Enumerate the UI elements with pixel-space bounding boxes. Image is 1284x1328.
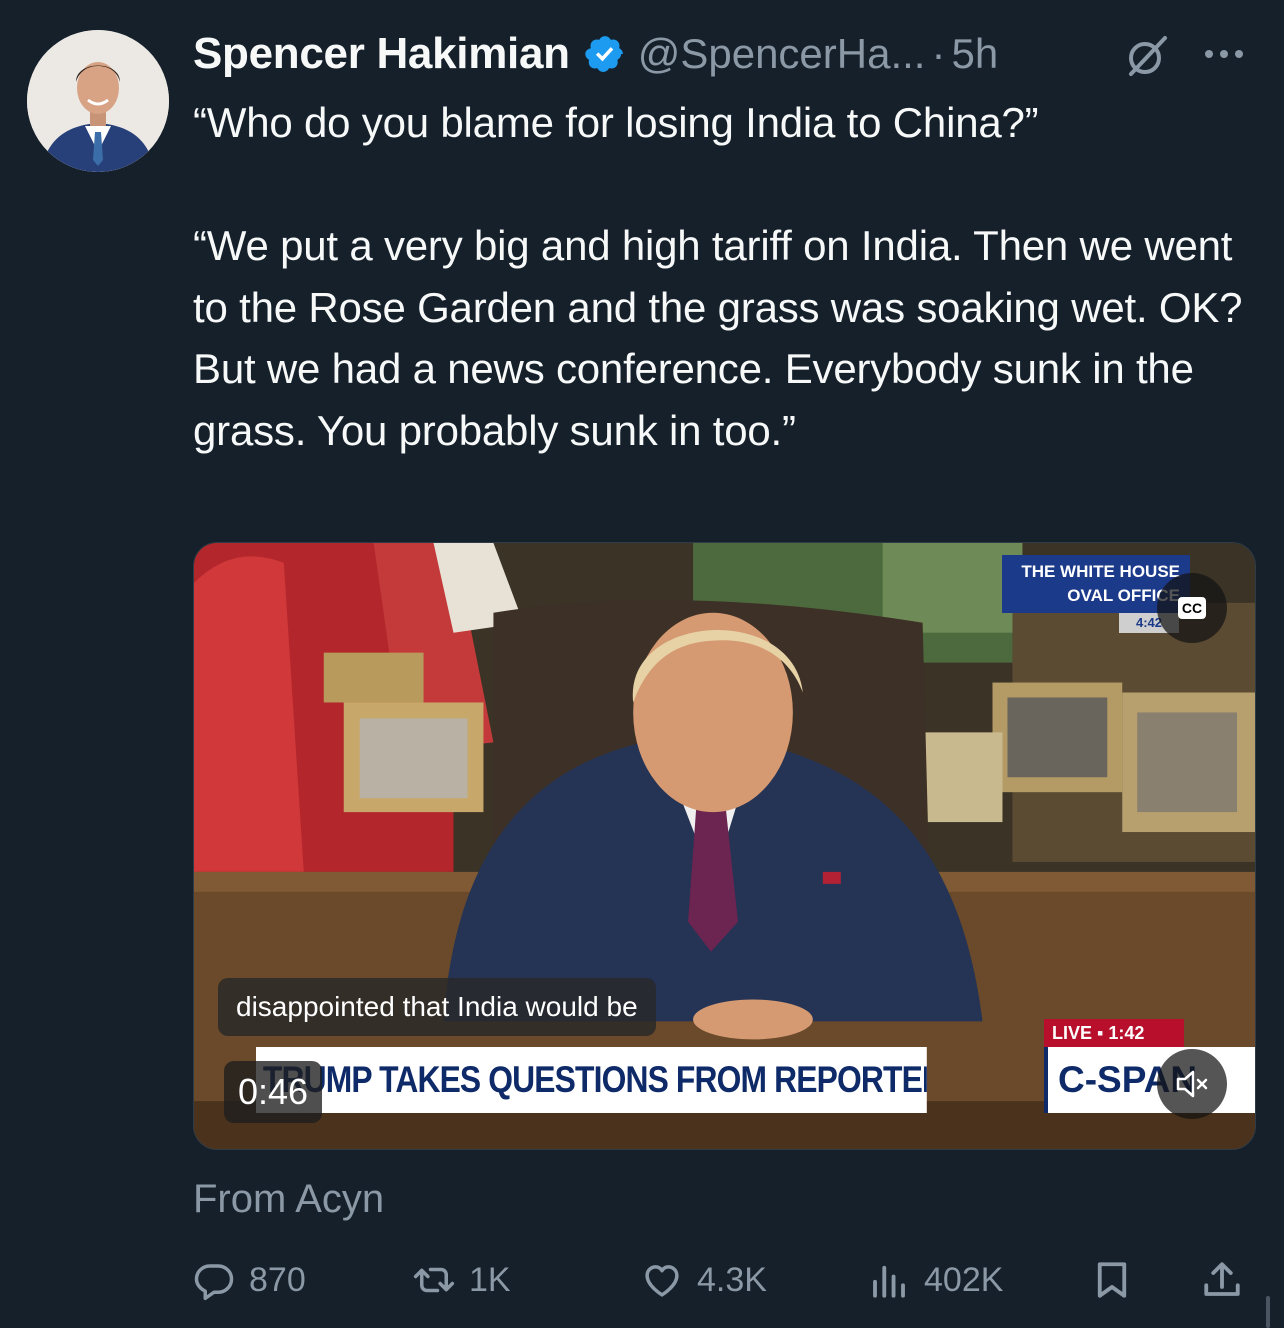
bookmark-button[interactable] [1091, 1252, 1133, 1308]
mute-icon [1176, 1070, 1208, 1098]
tweet-text: “Who do you blame for losing India to Ch… [193, 99, 1243, 454]
more-options-icon[interactable] [1203, 44, 1245, 64]
share-button[interactable] [1201, 1252, 1243, 1308]
author-name[interactable]: Spencer Hakimian [193, 29, 570, 79]
captions-button[interactable]: CC [1157, 573, 1227, 643]
news-chyron: TRUMP TAKES QUESTIONS FROM REPORTERS [256, 1047, 927, 1113]
captions-icon: CC [1178, 597, 1206, 619]
mute-button[interactable] [1157, 1049, 1227, 1119]
tweet[interactable]: Spencer Hakimian @SpencerHa... · 5h “Who… [0, 0, 1284, 1328]
live-badge: LIVE ▪ 1:42 [1044, 1019, 1184, 1047]
author-handle[interactable]: @SpencerHa... [638, 30, 926, 78]
like-icon [645, 1265, 679, 1297]
like-count: 4.3K [697, 1260, 767, 1299]
reply-count: 870 [249, 1260, 306, 1299]
bookmark-icon [1097, 1262, 1127, 1298]
video-source[interactable]: From Acyn [193, 1177, 384, 1222]
share-icon [1204, 1262, 1240, 1296]
reply-button[interactable]: 870 [193, 1252, 306, 1308]
video-timer: 0:46 [224, 1061, 323, 1123]
avatar[interactable] [27, 30, 169, 172]
grok-icon[interactable] [1123, 32, 1171, 80]
views-count: 402K [924, 1260, 1004, 1299]
location-line-1: THE WHITE HOUSE [1021, 562, 1180, 581]
retweet-icon [413, 1267, 455, 1293]
separator-dot: · [931, 30, 946, 77]
video-player[interactable]: THE WHITE HOUSE OVAL OFFICE 4:42 CC disa… [193, 542, 1256, 1150]
verified-badge-icon [585, 36, 623, 72]
like-button[interactable]: 4.3K [641, 1252, 767, 1308]
views-icon [873, 1265, 905, 1298]
location-line-2: OVAL OFFICE [1067, 586, 1180, 605]
views-button[interactable]: 402K [868, 1252, 1003, 1308]
tweet-header: Spencer Hakimian @SpencerHa... · 5h [193, 26, 1263, 82]
scrollbar[interactable] [1266, 1296, 1270, 1328]
timestamp[interactable]: 5h [951, 30, 998, 78]
retweet-count: 1K [469, 1260, 511, 1299]
video-caption: disappointed that India would be [218, 978, 656, 1036]
action-bar: 870 1K 4.3K 402K [193, 1252, 1263, 1308]
avatar-image [27, 30, 169, 172]
reply-icon [194, 1264, 234, 1301]
retweet-button[interactable]: 1K [413, 1252, 511, 1308]
